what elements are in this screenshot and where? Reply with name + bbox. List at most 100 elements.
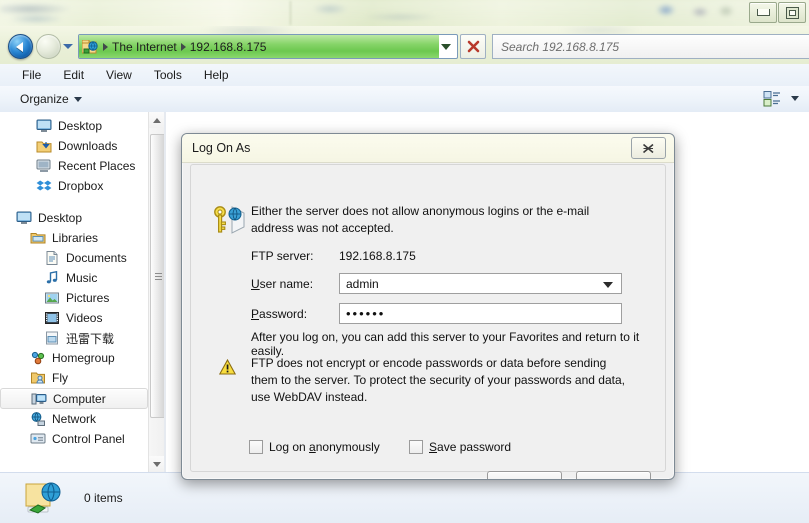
- scroll-down-button[interactable]: [149, 456, 165, 472]
- sidebar-item-downloads[interactable]: Downloads: [0, 136, 152, 156]
- back-arrow-icon: [16, 41, 23, 52]
- sidebar-label: Network: [52, 412, 97, 426]
- username-row: User name: admin: [251, 273, 622, 294]
- sidebar-label: Pictures: [66, 291, 110, 305]
- sidebar-item-videos[interactable]: Videos: [0, 308, 152, 328]
- sidebar-label: Downloads: [58, 139, 118, 153]
- warning-triangle-icon: [219, 359, 236, 375]
- scroll-up-button[interactable]: [149, 112, 165, 128]
- key-globe-icon: [214, 206, 245, 234]
- titlebar-divider: [290, 1, 291, 25]
- dialog-body: Either the server does not allow anonymo…: [190, 164, 666, 479]
- dropbox-icon: [36, 178, 52, 194]
- organize-label: Organize: [20, 92, 69, 106]
- sidebar-item-music[interactable]: Music: [0, 268, 152, 288]
- restore-button[interactable]: [778, 2, 806, 23]
- address-bar[interactable]: The Internet 192.168.8.175: [78, 34, 458, 59]
- dialog-titlebar: Log On As: [182, 134, 674, 163]
- log-on-button[interactable]: Log On: [487, 471, 562, 479]
- sidebar-item-computer[interactable]: Computer: [0, 388, 148, 409]
- sidebar-label: Music: [66, 271, 98, 285]
- sidebar-item-control-panel[interactable]: Control Panel: [0, 429, 152, 449]
- sidebar-label: Homegroup: [52, 351, 115, 365]
- libraries-icon: [30, 230, 46, 246]
- save-password-checkbox[interactable]: Save password: [409, 440, 511, 454]
- sidebar-item-homegroup[interactable]: Homegroup: [0, 348, 152, 368]
- close-icon[interactable]: [631, 137, 666, 159]
- chevron-down-icon[interactable]: [603, 282, 613, 288]
- videos-icon: [44, 310, 60, 326]
- username-label: User name:: [251, 276, 314, 291]
- chevron-down-icon: [153, 461, 161, 467]
- organize-button[interactable]: Organize: [20, 92, 82, 106]
- computer-icon: [31, 391, 47, 407]
- sidebar-label: Control Panel: [52, 432, 125, 446]
- favorites-note: After you log on, you can add this serve…: [251, 330, 640, 358]
- stop-button[interactable]: [460, 34, 486, 59]
- sidebar-item-dropbox[interactable]: Dropbox: [0, 176, 152, 196]
- close-x-icon: [467, 40, 479, 53]
- views-icon[interactable]: [763, 90, 781, 108]
- sidebar-label: Recent Places: [58, 159, 136, 173]
- menu-help[interactable]: Help: [194, 66, 239, 84]
- forward-button[interactable]: [36, 34, 61, 59]
- close-x-glyph: [642, 143, 654, 153]
- sidebar-item-fly[interactable]: Fly: [0, 368, 152, 388]
- chevron-up-icon: [153, 117, 161, 123]
- ftp-site-icon: [82, 39, 98, 53]
- sidebar-item-recent-places[interactable]: Recent Places: [0, 156, 152, 176]
- back-button[interactable]: [8, 34, 33, 59]
- dialog-title: Log On As: [192, 141, 251, 155]
- downloads-icon: [36, 138, 52, 154]
- checkbox-box[interactable]: [249, 440, 263, 454]
- minimize-button[interactable]: [749, 2, 777, 23]
- menu-view[interactable]: View: [96, 66, 142, 84]
- breadcrumb-item-internet[interactable]: The Internet: [112, 40, 177, 54]
- view-dropdown-icon[interactable]: [791, 96, 799, 101]
- ftp-warning-text: FTP does not encrypt or encode passwords…: [251, 356, 625, 404]
- pictures-icon: [44, 290, 60, 306]
- sidebar-label: Desktop: [58, 119, 103, 133]
- password-value: ••••••: [346, 306, 386, 321]
- item-count-label: 0 items: [84, 491, 123, 505]
- checkbox-box[interactable]: [409, 440, 423, 454]
- breadcrumb-chevron-icon: [103, 42, 108, 51]
- username-input[interactable]: admin: [339, 273, 622, 294]
- cancel-button[interactable]: Cancel: [576, 471, 651, 479]
- sidebar-item-xunlei-downloads[interactable]: 迅雷下载: [0, 328, 152, 348]
- menu-edit[interactable]: Edit: [53, 66, 94, 84]
- sidebar-label: Fly: [52, 371, 68, 385]
- chevron-down-icon[interactable]: [441, 44, 451, 50]
- navigation-list: Desktop Downloads Recent Places Dropbox …: [0, 112, 152, 449]
- sidebar-item-desktop-root[interactable]: Desktop: [0, 208, 152, 228]
- sidebar-item-documents[interactable]: Documents: [0, 248, 152, 268]
- window-titlebar: [0, 0, 809, 26]
- navigation-pane-scrollbar[interactable]: [148, 112, 166, 472]
- sidebar-item-libraries[interactable]: Libraries: [0, 228, 152, 248]
- sidebar-label: Videos: [66, 311, 103, 325]
- menu-tools[interactable]: Tools: [144, 66, 192, 84]
- password-label: Password:: [251, 306, 308, 321]
- recent-pages-dropdown-icon[interactable]: [63, 44, 73, 49]
- dialog-button-row: Log On Cancel: [487, 471, 651, 479]
- sidebar-item-network[interactable]: Network: [0, 409, 152, 429]
- sidebar-item-pictures[interactable]: Pictures: [0, 288, 152, 308]
- recent-places-icon: [36, 158, 52, 174]
- sidebar-item-desktop-fav[interactable]: Desktop: [0, 116, 152, 136]
- folder-icon: [44, 330, 60, 346]
- password-input[interactable]: ••••••: [339, 303, 622, 324]
- titlebar-blur: [0, 0, 809, 26]
- breadcrumb-item-host[interactable]: 192.168.8.175: [190, 40, 267, 54]
- search-input[interactable]: Search 192.168.8.175: [492, 34, 809, 59]
- grip-icon: [154, 272, 162, 280]
- log-on-anonymously-checkbox[interactable]: Log on anonymously: [249, 440, 380, 454]
- minimize-icon: [756, 9, 770, 16]
- ftp-server-label: FTP server:: [251, 249, 314, 263]
- checkbox-label: Save password: [429, 440, 512, 454]
- log-on-as-dialog: Log On As Either the server does not all…: [181, 133, 675, 480]
- ftp-server-row: FTP server: 192.168.8.175: [251, 249, 416, 263]
- menu-file[interactable]: File: [12, 66, 51, 84]
- ftp-server-value: 192.168.8.175: [339, 249, 416, 263]
- sidebar-label: Dropbox: [58, 179, 104, 193]
